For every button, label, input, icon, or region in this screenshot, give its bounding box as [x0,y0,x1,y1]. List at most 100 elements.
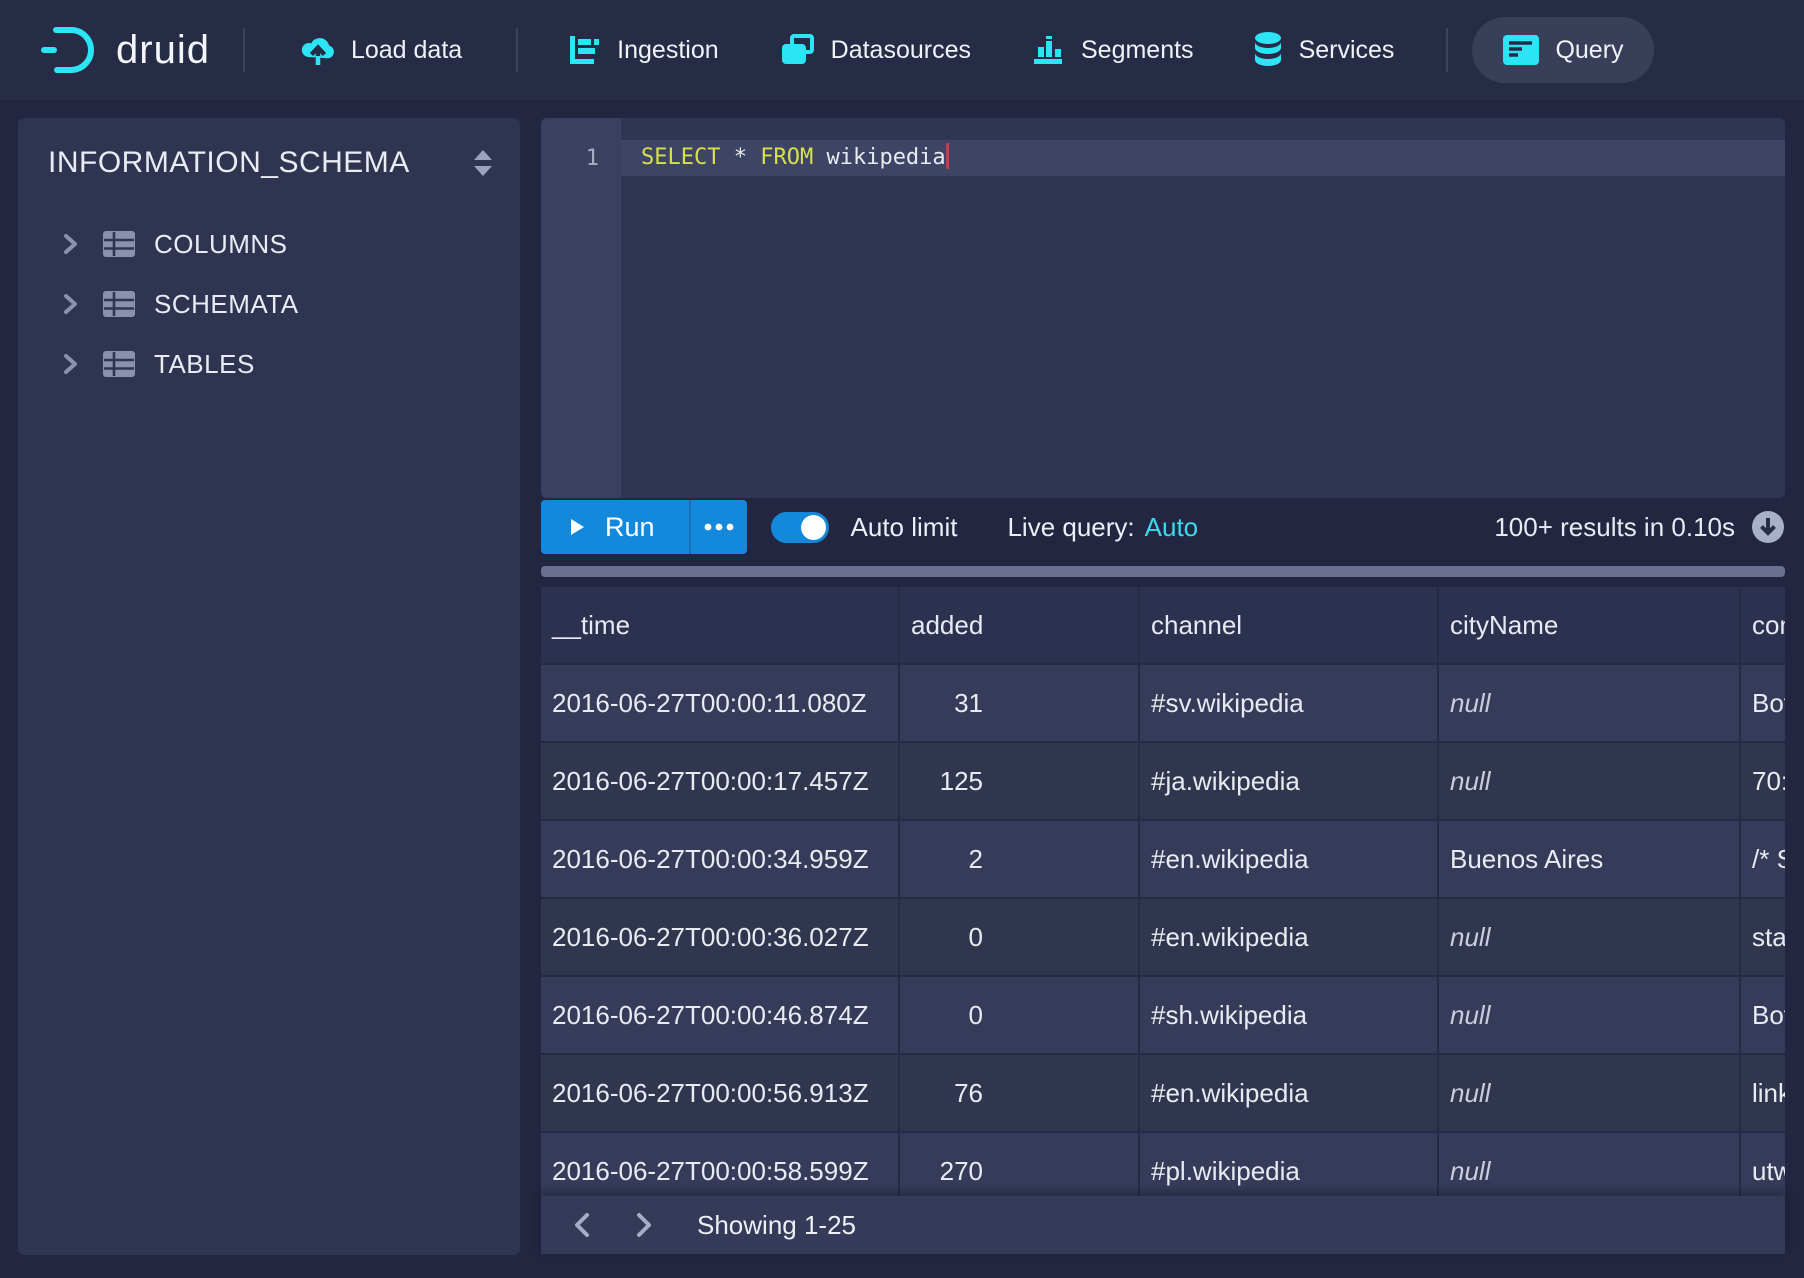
table-header-row: __time added channel cityName comment [541,587,1785,665]
cell-cityname[interactable]: null [1439,665,1741,743]
nav-item-load-data[interactable]: Load data [300,32,462,68]
cell-added[interactable]: 270 [900,1133,1140,1196]
column-header-added[interactable]: added [900,587,1140,665]
cell-channel[interactable]: #ja.wikipedia [1140,743,1439,821]
cell-added[interactable]: 76 [900,1055,1140,1133]
run-button-group: Run [541,500,747,554]
column-header-comment[interactable]: comment [1741,587,1785,665]
nav-item-ingestion[interactable]: Ingestion [566,32,718,68]
cell-comment[interactable]: /* S [1741,821,1785,899]
chevron-right-icon [62,233,80,255]
cell-time[interactable]: 2016-06-27T00:00:58.599Z [541,1133,900,1196]
cell-cityname[interactable]: null [1439,1133,1741,1196]
cell-time[interactable]: 2016-06-27T00:00:34.959Z [541,821,900,899]
live-query-value[interactable]: Auto [1145,512,1199,543]
cell-time[interactable]: 2016-06-27T00:00:17.457Z [541,743,900,821]
services-database-icon [1252,30,1284,70]
previous-page-button[interactable] [565,1208,599,1242]
cell-cityname[interactable]: Buenos Aires [1439,821,1741,899]
cell-comment[interactable]: 70: [1741,743,1785,821]
column-header-cityname[interactable]: cityName [1439,587,1741,665]
table-row: 2016-06-27T00:00:17.457Z 125 #ja.wikiped… [541,743,1785,821]
toggle-knob [801,515,826,540]
druid-logo-icon [40,23,102,77]
cell-cityname[interactable]: null [1439,899,1741,977]
cell-comment[interactable]: link [1741,1055,1785,1133]
table-row: 2016-06-27T00:00:56.913Z 76 #en.wikipedi… [541,1055,1785,1133]
results-horizontal-scrollbar[interactable] [541,566,1785,577]
nav-item-services[interactable]: Services [1252,30,1395,70]
chevron-right-icon [62,353,80,375]
cell-comment[interactable]: Bot [1741,665,1785,743]
schema-title: INFORMATION_SCHEMA [48,146,472,180]
nav-divider [516,28,518,72]
pagination-bar: Showing 1-25 [541,1196,1785,1254]
cell-channel[interactable]: #sv.wikipedia [1140,665,1439,743]
nav-item-query-active[interactable]: Query [1472,17,1653,83]
cell-added[interactable]: 2 [900,821,1140,899]
table-row: 2016-06-27T00:00:11.080Z 31 #sv.wikipedi… [541,665,1785,743]
auto-limit-label: Auto limit [851,512,958,543]
download-results-button[interactable] [1751,510,1785,544]
line-number: 1 [541,146,621,171]
brand-name: druid [116,28,210,73]
cell-added[interactable]: 0 [900,977,1140,1055]
live-query-label: Live query: [1007,512,1134,543]
datasources-icon [780,32,816,68]
table-row: 2016-06-27T00:00:46.874Z 0 #sh.wikipedia… [541,977,1785,1055]
segments-bar-chart-icon [1030,32,1066,68]
ellipsis-icon [703,522,735,532]
cell-time[interactable]: 2016-06-27T00:00:11.080Z [541,665,900,743]
schema-explorer-panel: INFORMATION_SCHEMA COLUMNS [18,118,520,1255]
sql-editor[interactable]: 1 SELECT * FROM wikipedia [541,118,1785,498]
nav-divider [1446,28,1448,72]
cell-channel[interactable]: #en.wikipedia [1140,899,1439,977]
cell-cityname[interactable]: null [1439,1055,1741,1133]
editor-line-1[interactable]: 1 SELECT * FROM wikipedia [541,140,1785,176]
table-row: 2016-06-27T00:00:36.027Z 0 #en.wikipedia… [541,899,1785,977]
table-row: 2016-06-27T00:00:34.959Z 2 #en.wikipedia… [541,821,1785,899]
column-header-channel[interactable]: channel [1140,587,1439,665]
column-header-time[interactable]: __time [541,587,900,665]
showing-range-label: Showing 1-25 [697,1210,856,1241]
cell-cityname[interactable]: null [1439,977,1741,1055]
tree-item-columns[interactable]: COLUMNS [18,214,520,274]
run-button[interactable]: Run [541,500,689,554]
cell-added[interactable]: 125 [900,743,1140,821]
cell-comment[interactable]: utw [1741,1133,1785,1196]
nav-divider [243,28,245,72]
cell-time[interactable]: 2016-06-27T00:00:36.027Z [541,899,900,977]
nav-item-datasources[interactable]: Datasources [780,32,971,68]
nav-item-segments[interactable]: Segments [1030,32,1194,68]
cell-added[interactable]: 0 [900,899,1140,977]
cell-added[interactable]: 31 [900,665,1140,743]
schema-tree: COLUMNS SCHEMATA [18,214,520,394]
table-icon [102,290,136,318]
cell-channel[interactable]: #sh.wikipedia [1140,977,1439,1055]
cell-channel[interactable]: #en.wikipedia [1140,1055,1439,1133]
tree-item-schemata[interactable]: SCHEMATA [18,274,520,334]
results-summary: 100+ results in 0.10s [1494,512,1735,543]
tree-item-tables[interactable]: TABLES [18,334,520,394]
ingestion-icon [566,32,602,68]
schema-header: INFORMATION_SCHEMA [18,146,520,180]
druid-brand[interactable]: druid [40,23,210,77]
cell-time[interactable]: 2016-06-27T00:00:46.874Z [541,977,900,1055]
query-results-table: __time added channel cityName comment 20… [541,587,1785,1196]
query-run-bar: Run Auto limit Live query: Auto 100+ res… [541,500,1785,554]
auto-limit-toggle[interactable] [771,512,829,543]
double-caret-sort-icon[interactable] [472,148,494,178]
cell-comment[interactable]: Bot [1741,977,1785,1055]
cloud-upload-icon [300,32,336,68]
run-more-options-button[interactable] [689,500,747,554]
table-row: 2016-06-27T00:00:58.599Z 270 #pl.wikiped… [541,1133,1785,1196]
cell-channel[interactable]: #en.wikipedia [1140,821,1439,899]
query-console-icon [1502,34,1540,66]
cell-time[interactable]: 2016-06-27T00:00:56.913Z [541,1055,900,1133]
cell-cityname[interactable]: null [1439,743,1741,821]
next-page-button[interactable] [627,1208,661,1242]
cell-comment[interactable]: sta [1741,899,1785,977]
table-icon [102,230,136,258]
sql-code-line[interactable]: SELECT * FROM wikipedia [621,140,1785,176]
cell-channel[interactable]: #pl.wikipedia [1140,1133,1439,1196]
